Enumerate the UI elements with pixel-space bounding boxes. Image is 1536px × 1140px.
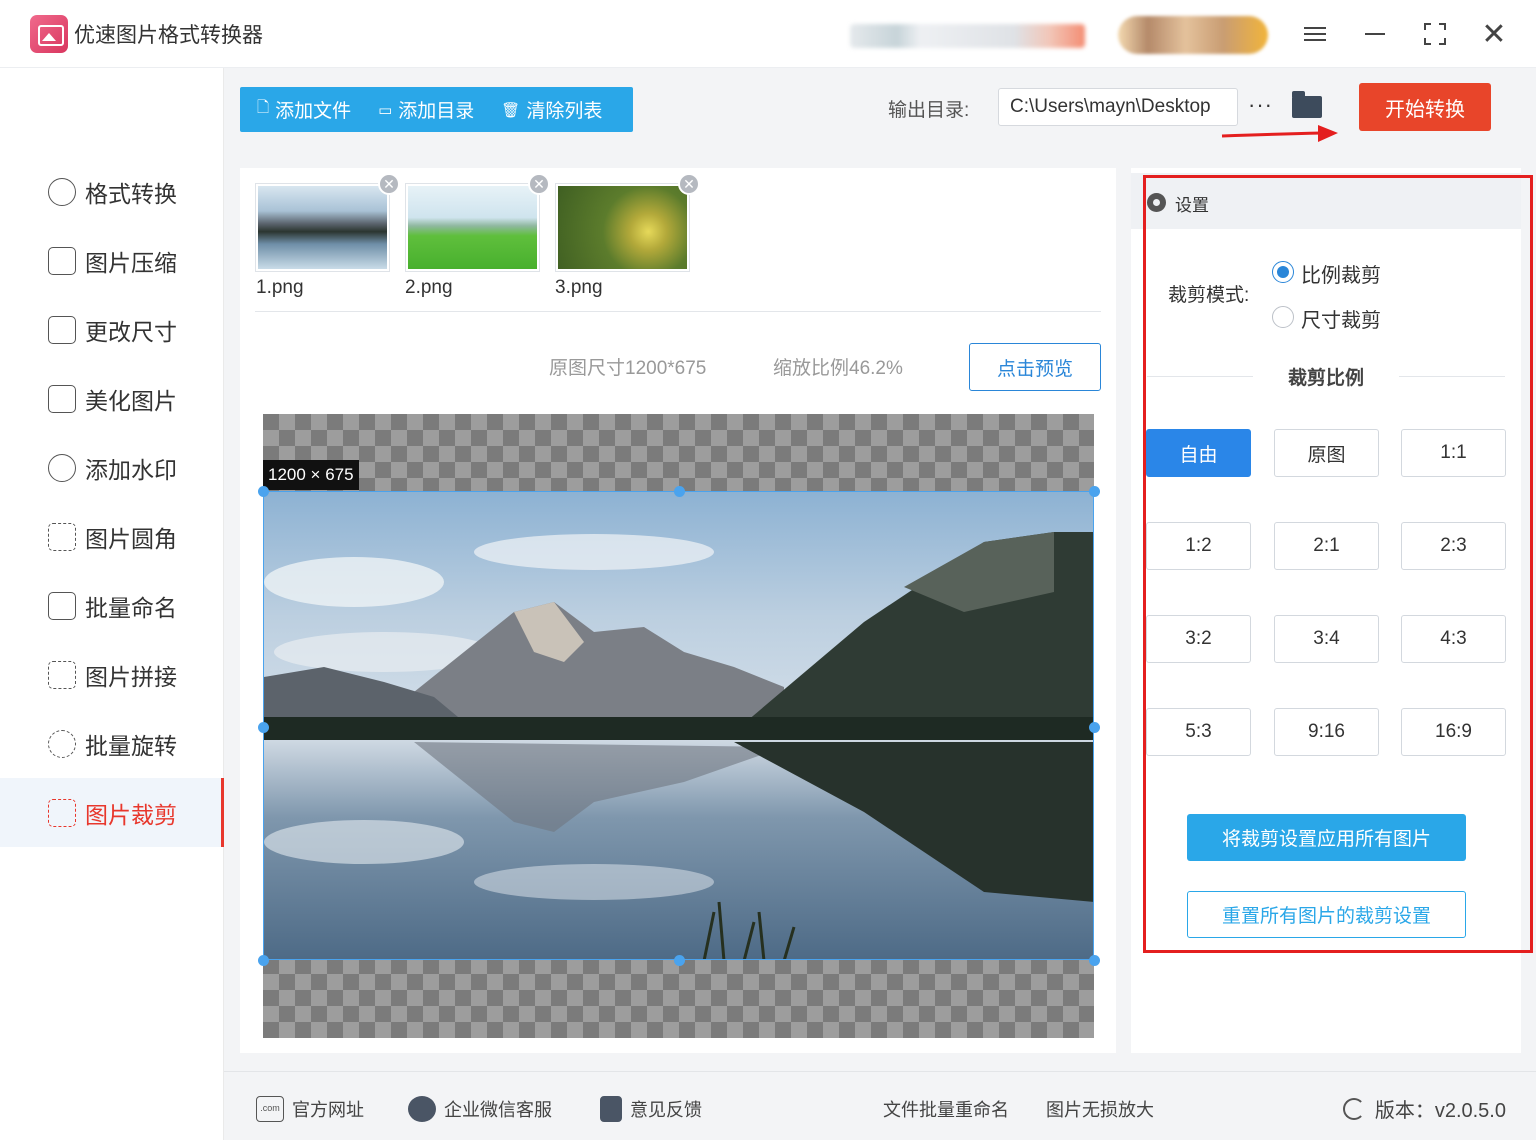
round-corner-icon	[48, 522, 76, 551]
footer: .com 官方网址 企业微信客服 意见反馈 文件批量重命名 图片无损放大 版本：v…	[224, 1071, 1536, 1140]
add-file-button[interactable]: 🗋 添加文件	[257, 87, 351, 132]
sidebar-item-label: 图片压缩	[85, 249, 177, 276]
website-icon: .com	[256, 1096, 284, 1122]
sidebar: 格式转换 图片压缩 更改尺寸 美化图片 添加水印 图片圆角 批量命名 图片拼接 …	[0, 68, 224, 1140]
start-convert-button[interactable]: 开始转换	[1359, 83, 1491, 131]
divider	[255, 311, 1101, 312]
watermark-icon	[48, 453, 76, 482]
sidebar-item-format-convert[interactable]: 格式转换	[0, 157, 224, 226]
crop-size-label: 1200 × 675	[263, 460, 359, 490]
resize-handle[interactable]	[1089, 486, 1100, 497]
folder-outline-icon: ▭	[378, 101, 393, 119]
remove-file-icon[interactable]: ✕	[378, 173, 400, 195]
compress-icon	[48, 246, 76, 275]
file-name: 2.png	[405, 277, 453, 298]
scale-ratio-text: 缩放比例46.2%	[773, 358, 903, 379]
resize-handle[interactable]	[1089, 722, 1100, 733]
sidebar-item-label: 添加水印	[85, 456, 177, 483]
sidebar-item-rotate[interactable]: 批量旋转	[0, 709, 224, 778]
close-icon[interactable]: ✕	[1477, 17, 1511, 52]
wechat-support-link[interactable]: 企业微信客服	[408, 1096, 552, 1122]
crop-canvas[interactable]: 1200 × 675	[258, 414, 1100, 1038]
add-directory-button[interactable]: ▭ 添加目录	[378, 87, 474, 132]
resize-handle[interactable]	[258, 955, 269, 966]
resize-handle[interactable]	[674, 955, 685, 966]
crop-icon	[48, 798, 76, 827]
resize-handle[interactable]	[258, 486, 269, 497]
resize-handle[interactable]	[1089, 955, 1100, 966]
resize-handle[interactable]	[258, 722, 269, 733]
title-bar: 优速图片格式转换器 ✕	[0, 0, 1536, 68]
resize-icon	[48, 315, 76, 344]
lossless-upscale-link[interactable]: 图片无损放大	[1046, 1096, 1154, 1122]
website-link[interactable]: .com 官方网址	[256, 1096, 364, 1122]
thumbnail-image	[408, 186, 537, 269]
more-options-button[interactable]: ···	[1248, 92, 1273, 118]
sidebar-item-beautify[interactable]: 美化图片	[0, 364, 224, 433]
thumbnail-2[interactable]: ✕	[405, 173, 550, 272]
batch-rename-link[interactable]: 文件批量重命名	[883, 1096, 1009, 1122]
sidebar-item-resize[interactable]: 更改尺寸	[0, 295, 224, 364]
file-toolbar: 🗋 添加文件 ▭ 添加目录 🗑 清除列表	[240, 87, 633, 132]
file-name: 1.png	[256, 277, 304, 298]
thumbnail-image	[258, 186, 387, 269]
remove-file-icon[interactable]: ✕	[528, 173, 550, 195]
output-dir-label: 输出目录:	[888, 100, 970, 121]
sidebar-item-label: 图片裁剪	[85, 801, 177, 828]
menu-icon[interactable]	[1298, 17, 1332, 51]
feedback-icon	[600, 1096, 622, 1122]
sidebar-item-label: 批量命名	[85, 594, 177, 621]
chat-icon	[408, 1096, 436, 1122]
refresh-icon	[1342, 1097, 1365, 1120]
thumbnail-3[interactable]: ✕	[555, 173, 700, 272]
sidebar-item-stitch[interactable]: 图片拼接	[0, 640, 224, 709]
blurred-account-badge[interactable]	[1118, 16, 1268, 54]
original-size-text: 原图尺寸1200*675	[549, 358, 707, 379]
output-dir-input[interactable]: C:\Users\mayn\Desktop	[998, 88, 1238, 126]
thumbnail-1[interactable]: ✕	[255, 173, 400, 272]
minimize-icon[interactable]	[1358, 17, 1392, 51]
sidebar-item-watermark[interactable]: 添加水印	[0, 433, 224, 502]
resize-handle[interactable]	[674, 486, 685, 497]
beautify-icon	[48, 384, 76, 413]
file-name: 3.png	[555, 277, 603, 298]
feedback-link[interactable]: 意见反馈	[600, 1096, 702, 1122]
sidebar-item-label: 更改尺寸	[85, 318, 177, 345]
file-icon: 🗋	[257, 99, 270, 116]
rename-icon	[48, 591, 76, 620]
app-logo-icon	[30, 15, 68, 53]
clear-list-button[interactable]: 🗑 清除列表	[501, 87, 602, 132]
rotate-icon	[48, 729, 76, 758]
remove-file-icon[interactable]: ✕	[678, 173, 700, 195]
preview-button[interactable]: 点击预览	[969, 343, 1101, 391]
sidebar-item-rename[interactable]: 批量命名	[0, 571, 224, 640]
highlight-frame	[1143, 175, 1533, 953]
sidebar-item-label: 图片圆角	[85, 525, 177, 552]
sidebar-item-label: 格式转换	[85, 180, 177, 207]
sidebar-item-label: 批量旋转	[85, 732, 177, 759]
thumbnail-image	[558, 186, 687, 269]
sidebar-item-compress[interactable]: 图片压缩	[0, 226, 224, 295]
app-title: 优速图片格式转换器	[74, 24, 263, 47]
sidebar-item-label: 图片拼接	[85, 663, 177, 690]
sidebar-item-crop[interactable]: 图片裁剪	[0, 778, 224, 847]
landscape-photo	[264, 492, 1093, 959]
workspace: ✕ 1.png ✕ 2.png ✕ 3.png 原图尺寸1200*675 缩放比…	[240, 168, 1116, 1053]
sidebar-item-round-corner[interactable]: 图片圆角	[0, 502, 224, 571]
annotation-arrow-icon	[1221, 125, 1338, 142]
blurred-user-info	[850, 24, 1085, 48]
version-info[interactable]: 版本：v2.0.5.0	[1342, 1094, 1506, 1123]
maximize-icon[interactable]	[1418, 17, 1452, 51]
format-convert-icon	[48, 177, 76, 206]
stitch-icon	[48, 660, 76, 689]
open-folder-icon[interactable]	[1292, 91, 1322, 118]
crop-area-image[interactable]	[263, 491, 1094, 960]
sidebar-item-label: 美化图片	[85, 387, 177, 414]
trash-icon: 🗑	[501, 101, 521, 119]
